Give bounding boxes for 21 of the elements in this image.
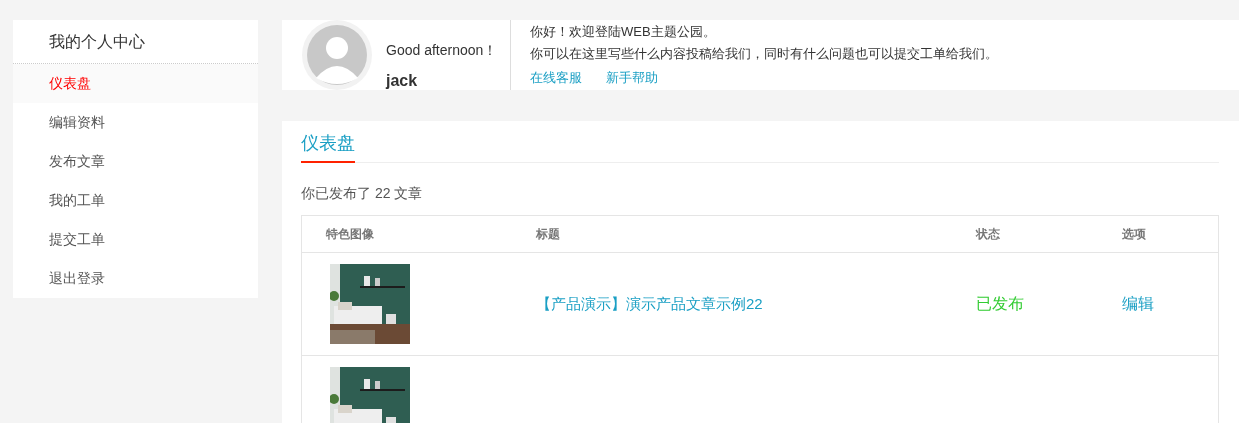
sidebar-item[interactable]: 退出登录 — [13, 259, 258, 298]
message-text: 你可以在这里写些什么内容投稿给我们，同时有什么问题也可以提交工单给我们。 — [530, 45, 998, 63]
greeting-text: Good afternoon！ — [386, 42, 499, 60]
sidebar-item[interactable]: 提交工单 — [13, 220, 258, 259]
sidebar-item[interactable]: 编辑资料 — [13, 103, 258, 142]
summary-text: 你已发布了 22 文章 — [301, 185, 424, 203]
column-header: 标题 — [536, 225, 561, 243]
username: jack — [386, 72, 419, 90]
sidebar-item[interactable]: 我的工单 — [13, 181, 258, 220]
help-link[interactable]: 新手帮助 — [606, 69, 658, 87]
sidebar-item[interactable]: 仪表盘 — [13, 64, 258, 103]
dashboard-tab[interactable]: 仪表盘 — [301, 131, 355, 163]
column-header: 选项 — [1122, 225, 1147, 243]
help-link[interactable]: 在线客服 — [530, 69, 582, 87]
edit-link[interactable]: 编辑 — [1122, 293, 1218, 315]
post-title-link[interactable]: 【产品演示】演示产品文章示例22 — [536, 294, 976, 314]
welcome-text: 你好！欢迎登陆WEB主题公园。 — [530, 23, 717, 41]
column-header: 状态 — [976, 225, 1001, 243]
column-header: 特色图像 — [325, 225, 375, 243]
status-text: 已发布 — [976, 293, 1025, 314]
sidebar-item[interactable]: 发布文章 — [13, 142, 258, 181]
